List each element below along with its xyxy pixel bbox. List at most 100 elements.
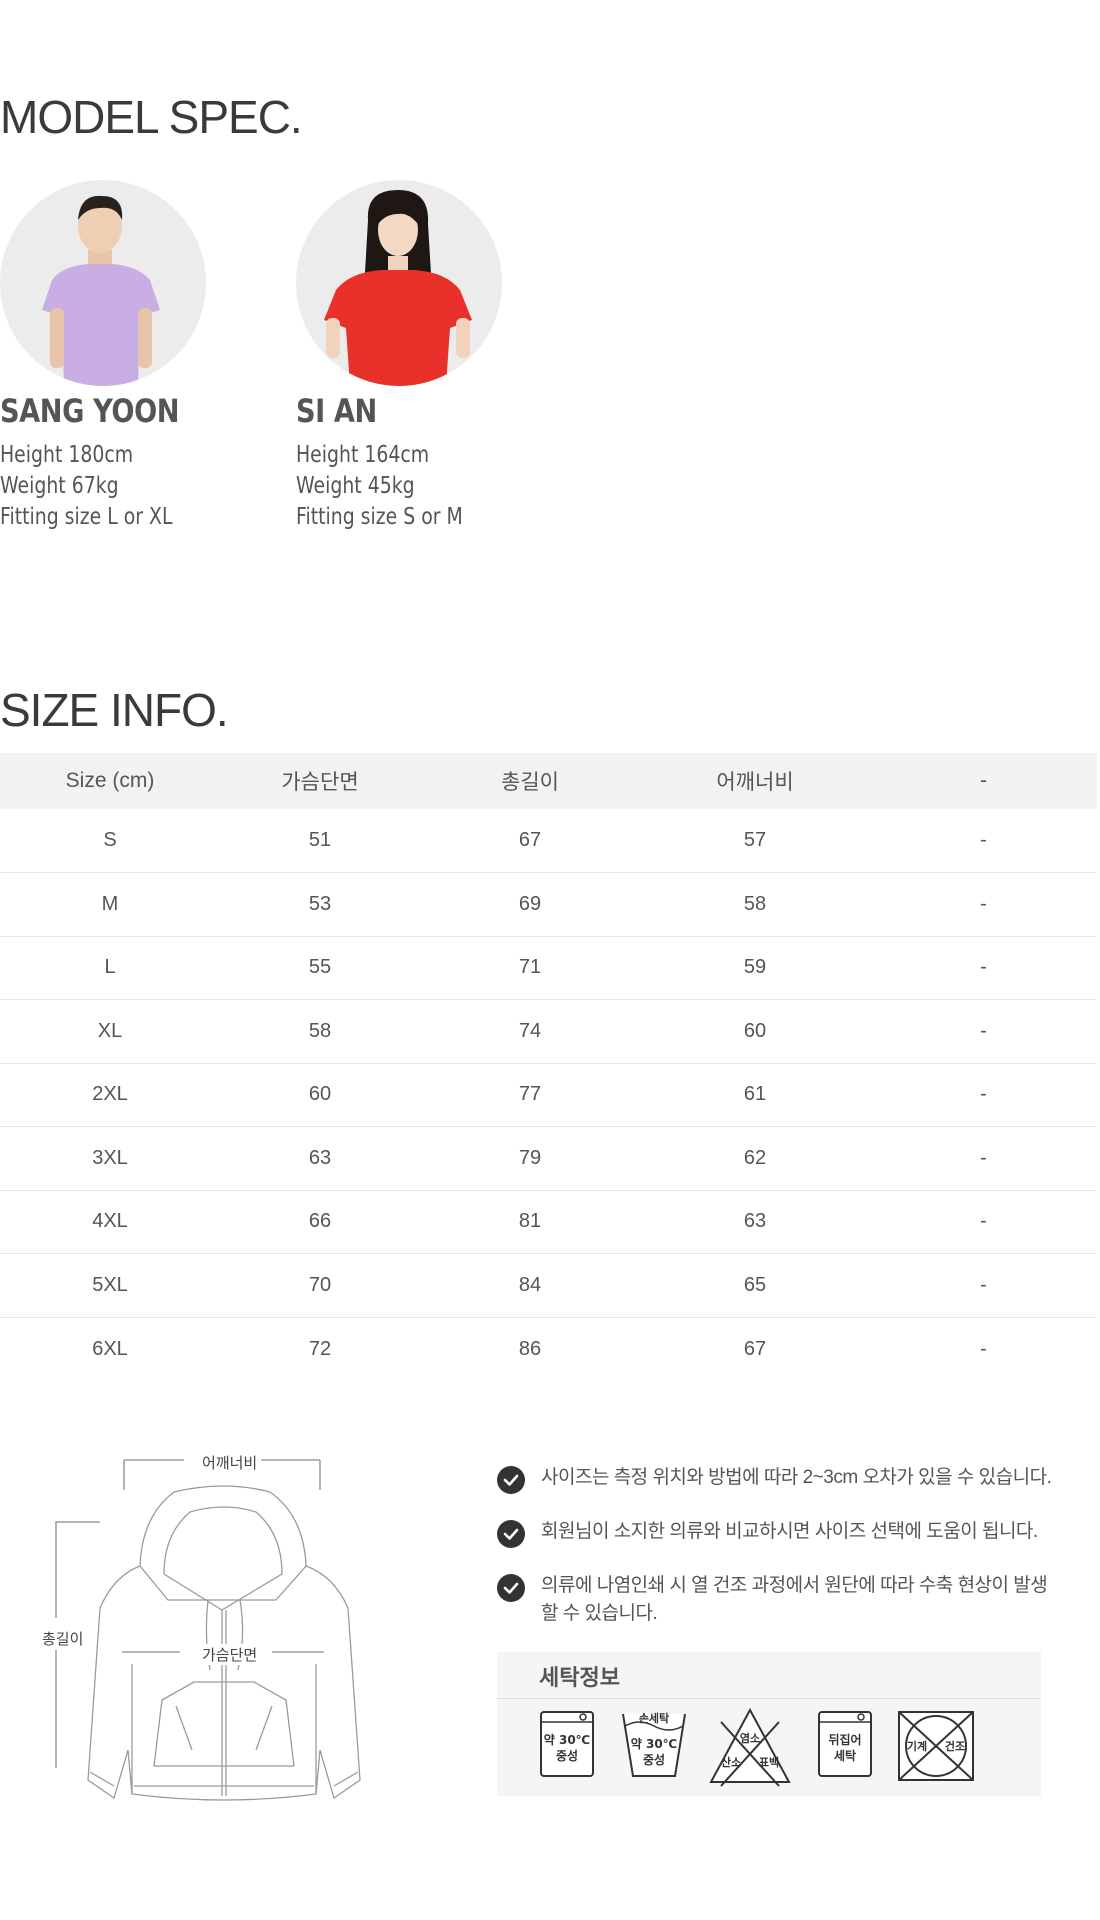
care-title: 세탁정보 [539, 1665, 620, 1690]
cell-shoulder: 57 [640, 809, 870, 873]
cell-length: 67 [420, 809, 640, 873]
table-row: M 53 69 58- [0, 872, 1097, 937]
no-bleach-bleach: 표백 [759, 1755, 779, 1769]
model-spec-title: MODEL SPEC. [0, 91, 303, 143]
inside-out-wash-icon: 뒤집어 세탁 [815, 1706, 875, 1782]
cell-length: 74 [420, 999, 640, 1064]
model-name: SANG YOON [0, 392, 180, 430]
hand-wash-label: 손세탁 [639, 1711, 669, 1725]
cell-size: 6XL [92, 1337, 128, 1360]
length-label: 총길이 [38, 1628, 88, 1649]
model-card-1: SANG YOON Height 180cm Weight 67kg Fitti… [0, 180, 260, 533]
cell-shoulder: 67 [743, 1337, 767, 1360]
cell-size: 5XL [0, 1253, 220, 1318]
cell-length: 69 [420, 872, 640, 937]
table-row: XL 58 74 60- [0, 999, 1097, 1064]
model-specs: Height 180cm Weight 67kg Fitting size L … [0, 440, 213, 533]
model-weight: Weight 45kg [296, 473, 415, 499]
model-height: Height 180cm [0, 442, 134, 468]
model-fitting-size: Fitting size S or M [296, 504, 463, 530]
cell-length: 86 [518, 1337, 542, 1360]
header-extra: - [870, 753, 1097, 809]
check-circle-icon [497, 1466, 525, 1494]
table-row: L 55 71 59- [0, 936, 1097, 1000]
note-text: 회원님이 소지한 의류와 비교하시면 사이즈 선택에 도움이 됩니다. [541, 1521, 1038, 1542]
size-notes: 사이즈는 측정 위치와 방법에 따라 2~3cm 오차가 있을 수 있습니다. … [497, 1464, 1057, 1654]
inside-out-line1: 뒤집어 [828, 1732, 861, 1747]
cell-chest: 60 [220, 1063, 420, 1127]
header-length: 총길이 [420, 753, 640, 809]
cell-extra: - [870, 1063, 1097, 1127]
header-size: Size (cm) [0, 753, 220, 809]
cell-chest: 58 [220, 999, 420, 1064]
cell-length: 81 [420, 1190, 640, 1254]
cell-chest: 72 [308, 1337, 332, 1360]
cell-extra: - [870, 872, 1097, 937]
cell-shoulder: 59 [640, 936, 870, 1000]
cell-length: 84 [420, 1253, 640, 1318]
hand-wash-icon: 손세탁 약 30℃ 중성 [619, 1706, 689, 1782]
cell-chest: 66 [220, 1190, 420, 1254]
cell-shoulder: 65 [640, 1253, 870, 1318]
cell-chest: 51 [220, 809, 420, 873]
cell-size: XL [0, 999, 220, 1064]
cell-size: M [0, 872, 220, 937]
machine-wash-icon: 약 30℃ 중성 [537, 1706, 597, 1782]
cell-shoulder: 61 [640, 1063, 870, 1127]
header-chest: 가슴단면 [220, 753, 420, 809]
cell-size: 2XL [0, 1063, 220, 1127]
model-photo [0, 180, 206, 386]
machine-wash-temp: 약 30℃ [544, 1732, 590, 1747]
size-info-title: SIZE INFO. [0, 684, 229, 736]
machine-wash-detergent: 중성 [556, 1749, 578, 1763]
note-text: 사이즈는 측정 위치와 방법에 따라 2~3cm 오차가 있을 수 있습니다. [541, 1467, 1052, 1488]
cell-size: 3XL [0, 1126, 220, 1191]
note-text: 의류에 나염인쇄 시 열 건조 과정에서 원단에 따라 수축 현상이 발생할 수… [541, 1575, 1048, 1624]
cell-chest: 55 [220, 936, 420, 1000]
cell-shoulder: 58 [640, 872, 870, 937]
note-item: 회원님이 소지한 의류와 비교하시면 사이즈 선택에 도움이 됩니다. [497, 1518, 1057, 1548]
cell-extra: - [870, 1126, 1097, 1191]
cell-chest: 63 [220, 1126, 420, 1191]
cell-length: 79 [420, 1126, 640, 1191]
cell-extra: - [870, 809, 1097, 873]
no-dry-machine: 기계 [907, 1739, 927, 1753]
model-fitting-size: Fitting size L or XL [0, 504, 173, 530]
cell-length: 71 [420, 936, 640, 1000]
table-row: 2XL 60 77 61- [0, 1063, 1097, 1127]
size-table: Size (cm) 가슴단면 총길이 어깨너비 - S 51 67 57- M 53 69 5… [0, 753, 1097, 1381]
no-bleach-chlorine: 염소 [740, 1732, 760, 1745]
model-name: SI AN [296, 392, 377, 430]
inside-out-line2: 세탁 [834, 1748, 856, 1763]
cell-extra: - [870, 1253, 1097, 1318]
note-item: 의류에 나염인쇄 시 열 건조 과정에서 원단에 따라 수축 현상이 발생할 수… [497, 1572, 1057, 1628]
cell-size: S [0, 809, 220, 873]
cell-shoulder: 60 [640, 999, 870, 1064]
hand-wash-detergent: 중성 [643, 1753, 665, 1767]
cell-length: 77 [420, 1063, 640, 1127]
table-row: 5XL 70 84 65- [0, 1253, 1097, 1318]
table-header-row: Size (cm) 가슴단면 총길이 어깨너비 - [0, 753, 1097, 809]
cell-extra: - [870, 1190, 1097, 1254]
measurement-diagram: 어깨너비 가슴단면 총길이 [38, 1450, 364, 1820]
cell-size: 4XL [0, 1190, 220, 1254]
cell-size: L [0, 936, 220, 1000]
table-row: 4XL 66 81 63- [0, 1190, 1097, 1254]
model-photo [296, 180, 502, 386]
shoulder-label: 어깨너비 [198, 1452, 262, 1473]
chest-label: 가슴단면 [198, 1644, 262, 1665]
model-specs: Height 164cm Weight 45kg Fitting size S … [296, 440, 509, 533]
care-divider [497, 1698, 1041, 1699]
cell-chest: 70 [220, 1253, 420, 1318]
note-item: 사이즈는 측정 위치와 방법에 따라 2~3cm 오차가 있을 수 있습니다. [497, 1464, 1057, 1494]
hoodie-illustration [55, 1459, 361, 1801]
table-row: 6XL 72 86 67 - [0, 1317, 1097, 1381]
check-circle-icon [497, 1574, 525, 1602]
cell-shoulder: 63 [640, 1190, 870, 1254]
model-card-2: SI AN Height 164cm Weight 45kg Fitting s… [296, 180, 556, 533]
model-weight: Weight 67kg [0, 473, 119, 499]
cell-extra: - [870, 936, 1097, 1000]
no-bleach-icon: 염소 산소 표백 [707, 1706, 793, 1788]
hand-wash-temp: 약 30℃ [631, 1736, 677, 1751]
care-info-box: 세탁정보 약 30℃ 중성 손세탁 약 30℃ 중성 염소 산소 표백 뒤집어 … [497, 1652, 1041, 1796]
